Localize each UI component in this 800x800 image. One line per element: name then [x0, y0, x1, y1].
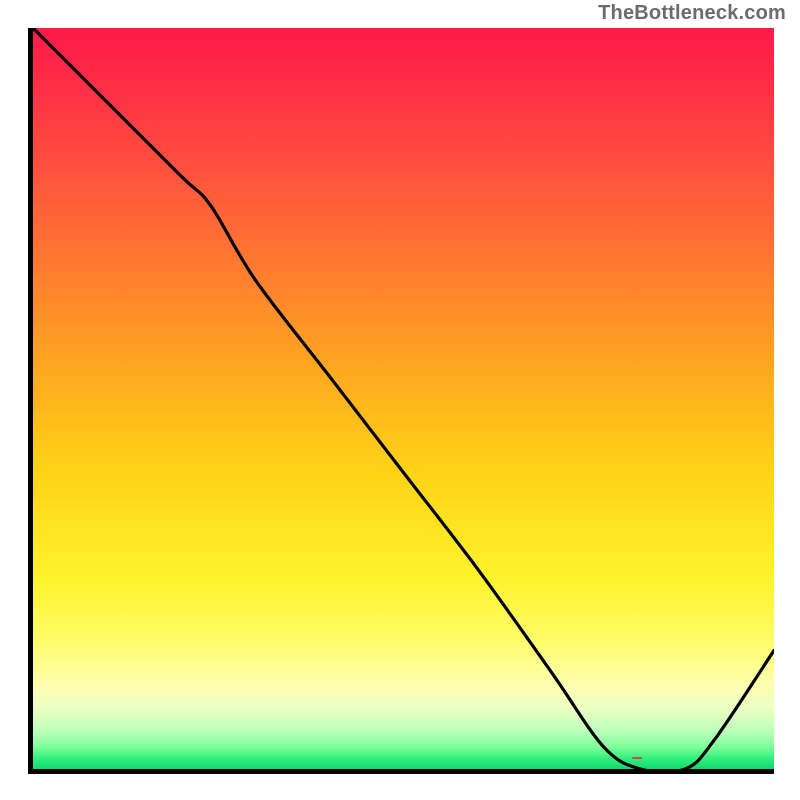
gradient-background [33, 28, 774, 769]
min-point-label [632, 757, 642, 759]
chart-plot-area [28, 28, 774, 774]
watermark-text: TheBottleneck.com [598, 2, 786, 25]
